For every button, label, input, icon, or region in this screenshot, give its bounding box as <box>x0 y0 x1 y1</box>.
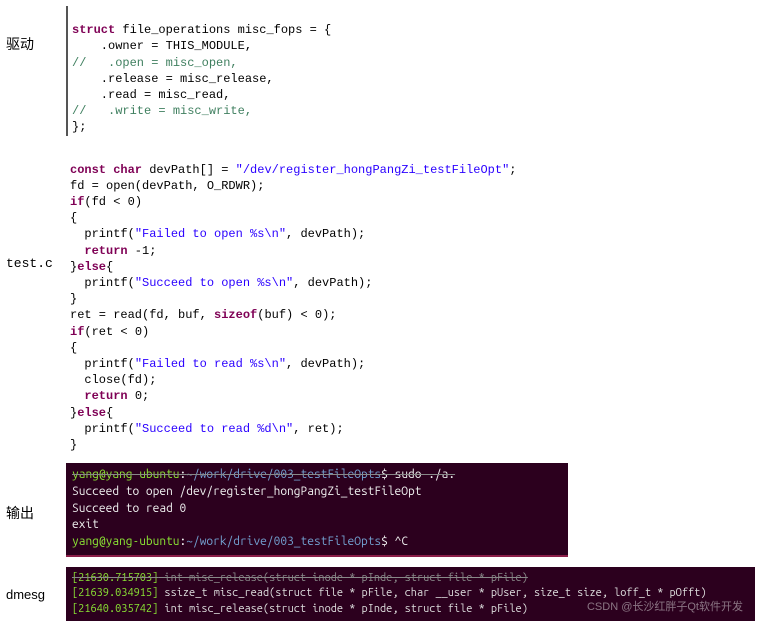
code-text: }; <box>72 120 86 134</box>
code-string: "/dev/register_hongPangZi_testFileOpt" <box>236 163 510 177</box>
code-text: .owner = THIS_MODULE, <box>72 39 252 53</box>
code-string: "Failed to open %s\n" <box>135 227 286 241</box>
code-comment: // .open = misc_open, <box>72 56 238 70</box>
code-text: printf( <box>70 227 135 241</box>
code-text: , devPath); <box>286 357 365 371</box>
code-keyword: if <box>70 195 84 209</box>
code-text: printf( <box>70 357 135 371</box>
driver-code-block: struct file_operations misc_fops = { .ow… <box>66 6 331 136</box>
code-text: , devPath); <box>286 227 365 241</box>
dmesg-section: dmesg [21630.715703] int misc_release(st… <box>6 567 755 621</box>
code-text: { <box>106 406 113 420</box>
code-keyword: if <box>70 325 84 339</box>
code-keyword: sizeof <box>214 308 257 322</box>
code-text: devPath[] = <box>142 163 236 177</box>
term-line: Succeed to open /dev/register_hongPangZi… <box>72 485 421 498</box>
term-line: exit <box>72 518 99 531</box>
testc-label: test.c <box>6 146 66 271</box>
code-num: 0 <box>315 308 322 322</box>
code-text: .release = misc_release, <box>72 72 274 86</box>
code-num: 0 <box>135 389 142 403</box>
code-text: file_operations misc_fops = { <box>115 23 331 37</box>
code-text: .read = misc_read, <box>72 88 230 102</box>
code-text: { <box>106 260 113 274</box>
code-text: fd = open(devPath, O_RDWR); <box>70 179 264 193</box>
code-string: "Failed to read %s\n" <box>135 357 286 371</box>
code-keyword: else <box>77 406 106 420</box>
testc-code-block: const char devPath[] = "/dev/register_ho… <box>66 146 517 454</box>
code-text: ret = read(fd, buf, <box>70 308 214 322</box>
output-section: 输出 yang@yang-ubuntu:~/work/drive/003_tes… <box>6 463 755 557</box>
code-text: (fd < <box>84 195 127 209</box>
code-num: 0 <box>128 195 135 209</box>
code-text: ) <box>142 325 149 339</box>
code-comment: // .write = misc_write, <box>72 104 252 118</box>
output-label: 输出 <box>6 463 66 523</box>
code-text: (ret < <box>84 325 134 339</box>
dmesg-block: [21630.715703] int misc_release(struct i… <box>66 567 755 621</box>
code-keyword: return <box>70 244 128 258</box>
dmesg-line: [21639.034915] ssize_t misc_read(struct … <box>72 587 707 599</box>
dmesg-line: [21640.035742] int misc_release(struct i… <box>72 603 528 615</box>
code-string: "Succeed to open %s\n" <box>135 276 293 290</box>
code-text: ; <box>142 389 149 403</box>
code-text: ; <box>149 244 156 258</box>
code-string: "Succeed to read %d\n" <box>135 422 293 436</box>
code-text: printf( <box>70 276 135 290</box>
code-text: , devPath); <box>293 276 372 290</box>
code-text: ); <box>322 308 336 322</box>
watermark: CSDN @长沙红胖子Qt软件开发 <box>587 600 743 615</box>
code-text: ) <box>135 195 142 209</box>
code-text: close(fd); <box>70 373 156 387</box>
code-keyword: else <box>77 260 106 274</box>
term-line: yang@yang-ubuntu:~/work/drive/003_testFi… <box>72 535 408 548</box>
code-text <box>128 389 135 403</box>
code-text: printf( <box>70 422 135 436</box>
code-keyword: const char <box>70 163 142 177</box>
code-num: 0 <box>135 325 142 339</box>
code-text: } <box>70 292 77 306</box>
code-text: } <box>70 438 77 452</box>
driver-section: 驱动 struct file_operations misc_fops = { … <box>6 6 755 136</box>
code-text: { <box>70 211 77 225</box>
testc-section: test.c const char devPath[] = "/dev/regi… <box>6 146 755 454</box>
term-line: yang@yang-ubuntu:~/work/drive/003_testFi… <box>72 468 455 481</box>
code-text: ; <box>509 163 516 177</box>
code-text: - <box>128 244 142 258</box>
code-text: { <box>70 341 77 355</box>
dmesg-line: [21630.715703] int misc_release(struct i… <box>72 572 528 584</box>
dmesg-label: dmesg <box>6 567 66 602</box>
code-text: , ret); <box>293 422 343 436</box>
term-line: Succeed to read 0 <box>72 502 186 515</box>
code-keyword: struct <box>72 23 115 37</box>
code-text: (buf) < <box>257 308 315 322</box>
code-keyword: return <box>70 389 128 403</box>
terminal-block: yang@yang-ubuntu:~/work/drive/003_testFi… <box>66 463 568 557</box>
driver-label: 驱动 <box>6 6 66 54</box>
